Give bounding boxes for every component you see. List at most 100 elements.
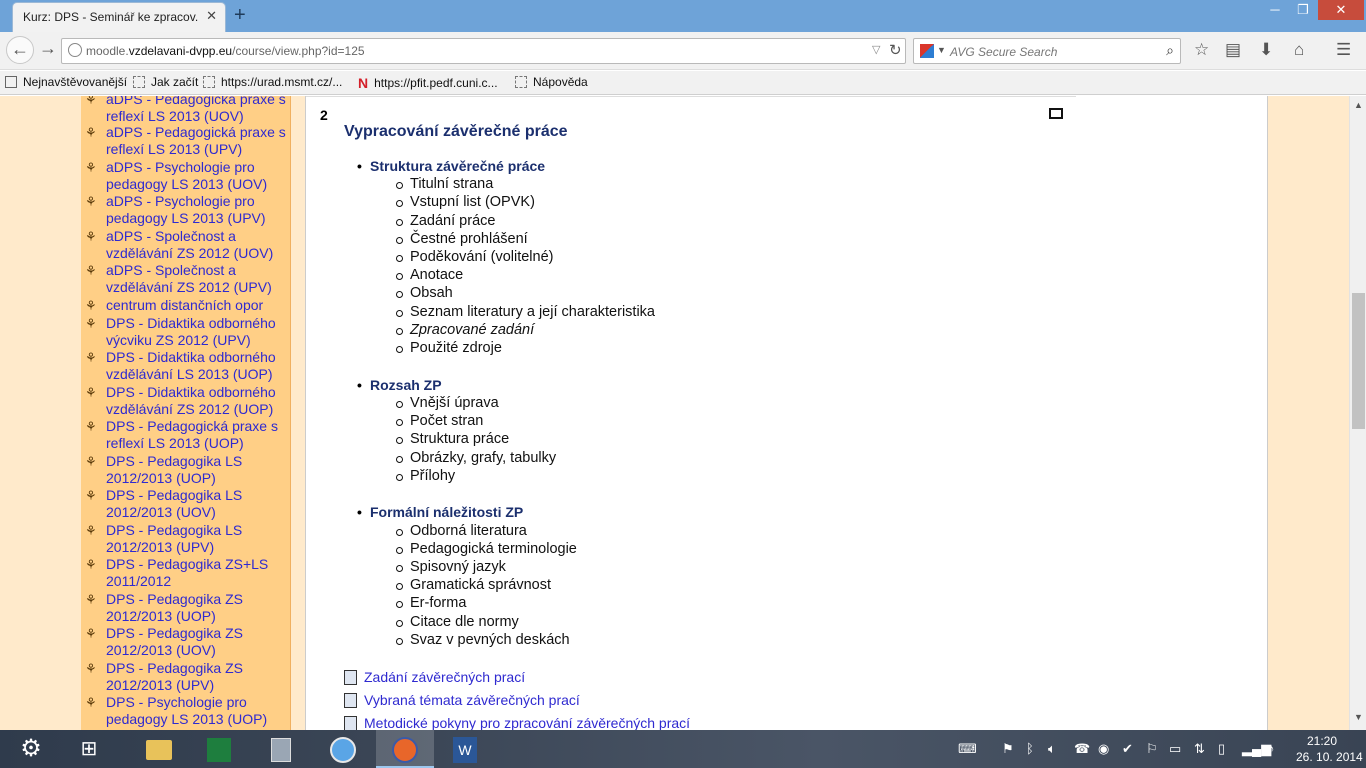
course-link[interactable]: ⚘ DPS - Didaktika odborného vzdělávání LS… — [85, 349, 289, 383]
calculator-icon[interactable] — [252, 730, 310, 768]
course-link[interactable]: ⚘ DPS - Pedagogika ZS+LS 2011/2012 — [85, 556, 289, 590]
course-link[interactable]: ⚘ aDPS - Psychologie pro pedagogy LS 2013… — [85, 193, 289, 227]
course-icon: ⚘ — [85, 350, 97, 365]
course-icon: ⚘ — [85, 419, 97, 434]
course-link[interactable]: ⚘ DPS - Didaktika odborného výcviku ZS 20… — [85, 315, 289, 349]
page-viewport: ⚘ aDPS - Pedagogická praxe s reflexí LS 2… — [0, 96, 1366, 730]
back-arrow-icon[interactable]: ← — [6, 36, 34, 64]
course-link[interactable]: ⚘ DPS - Pedagogika LS 2012/2013 (UOP) — [85, 453, 289, 487]
n-logo-icon: N — [358, 75, 369, 91]
course-link[interactable]: ⚘ aDPS - Společnost a vzdělávání ZS 2012 … — [85, 262, 289, 296]
keyboard-icon[interactable]: ⌨ — [958, 741, 977, 757]
search-icon[interactable]: ⌕ — [1166, 42, 1174, 59]
action-flag-icon[interactable]: ⚐ — [1146, 741, 1158, 757]
settings-gear-icon[interactable]: ⚙ — [2, 730, 60, 768]
navigation-toolbar: ← → moodle.vzdelavani-dvpp.eu/course/vie… — [0, 32, 1366, 70]
menu-icon[interactable]: ☰ — [1336, 40, 1351, 60]
list-item: Svaz v pevných deskách — [396, 632, 570, 648]
bookmark-folder-icon — [5, 76, 17, 88]
scroll-thumb[interactable] — [1352, 293, 1365, 429]
list-item: Čestné prohlášení — [396, 231, 528, 247]
course-link[interactable]: ⚘ DPS - Pedagogická praxe s reflexí LS 20… — [85, 418, 289, 452]
course-link[interactable]: ⚘ DPS - Pedagogika LS 2012/2013 (UPV) — [85, 522, 289, 556]
course-link[interactable]: ⚘ DPS - Pedagogika ZS 2012/2013 (UPV) — [85, 660, 289, 694]
firefox-icon[interactable] — [376, 730, 434, 768]
list-item: Obsah — [396, 285, 453, 301]
tab-title: Kurz: DPS - Seminář ke zpracov... — [23, 10, 198, 24]
globe-icon — [68, 43, 82, 57]
camera-icon[interactable]: ◉ — [1098, 741, 1109, 757]
bluetooth-icon[interactable]: ᛒ — [1026, 741, 1034, 756]
battery-icon[interactable]: ▯ — [1218, 741, 1225, 757]
bookmark-help[interactable]: Nápověda — [515, 75, 588, 89]
list-item: Počet stran — [396, 413, 483, 429]
course-icon: ⚘ — [85, 626, 97, 641]
list-item: Struktura práce — [396, 431, 509, 447]
word-icon[interactable]: W — [436, 730, 494, 768]
course-link[interactable]: ⚘ DPS - Psychologie pro pedagogy LS 2013 … — [85, 694, 289, 728]
monitor-icon[interactable]: ▭ — [1169, 741, 1181, 757]
course-link[interactable]: ⚘ DPS - Pedagogika ZS 2012/2013 (UOP) — [85, 591, 289, 625]
resource-link[interactable]: Vybraná témata závěrečných prací — [344, 692, 580, 708]
clock-date[interactable]: 26. 10. 2014 — [1296, 750, 1363, 764]
resource-link[interactable]: Metodické pokyny pro zpracování závěrečn… — [344, 715, 690, 730]
browser-tab[interactable]: Kurz: DPS - Seminář ke zpracov... ✕ — [12, 2, 226, 32]
search-bar[interactable]: ▼ AVG Secure Search ⌕ — [913, 38, 1181, 64]
url-text[interactable]: moodle.vzdelavani-dvpp.eu/course/view.ph… — [86, 44, 365, 58]
page-icon — [515, 76, 527, 88]
search-input[interactable]: AVG Secure Search — [950, 45, 1057, 59]
history-dropdown-icon[interactable]: ▽ — [872, 43, 880, 56]
bookmark-most-visited[interactable]: Nejnavštěvovanější — [5, 75, 127, 89]
course-link[interactable]: ⚘ aDPS - Společnost a vzdělávání ZS 2012 … — [85, 228, 289, 262]
bookmark-getting-started[interactable]: Jak začít — [133, 75, 198, 89]
reading-list-icon[interactable]: ▤ — [1225, 40, 1241, 60]
clock-time[interactable]: 21:20 — [1307, 734, 1337, 748]
bookmark-pfit[interactable]: Nhttps://pfit.pedf.cuni.c... — [358, 75, 498, 91]
bookmark-msmt[interactable]: https://urad.msmt.cz/... — [203, 75, 342, 89]
course-link[interactable]: ⚘ aDPS - Psychologie pro pedagogy LS 2013… — [85, 159, 289, 193]
speaker-icon[interactable]: ♪ — [1268, 741, 1275, 756]
new-tab-button[interactable]: + — [234, 4, 246, 27]
list-item: Vstupní list (OPVK) — [396, 194, 535, 210]
course-icon: ⚘ — [85, 557, 97, 572]
excel-icon[interactable] — [190, 730, 248, 768]
close-window-button[interactable]: ✕ — [1318, 0, 1364, 20]
file-explorer-icon[interactable] — [130, 730, 188, 768]
resource-link[interactable]: Zadání závěrečných prací — [344, 669, 525, 685]
phone-icon[interactable]: ☎ — [1074, 741, 1090, 757]
course-link[interactable]: ⚘ aDPS - Pedagogická praxe s reflexí LS 2… — [85, 124, 289, 158]
start-windows-icon[interactable]: ⊞ — [60, 730, 118, 768]
check-icon[interactable]: ✔ — [1122, 741, 1133, 757]
course-link[interactable]: ⚘ DPS - Pedagogika ZS 2012/2013 (UOV) — [85, 625, 289, 659]
download-icon[interactable]: ⬇ — [1259, 40, 1273, 60]
list-item: Zpracované zadání — [396, 322, 534, 338]
course-link[interactable]: ⚘ DPS - Didaktika odborného vzdělávání ZS… — [85, 384, 289, 418]
address-bar[interactable]: moodle.vzdelavani-dvpp.eu/course/view.ph… — [61, 38, 906, 64]
course-link[interactable]: ⚘ aDPS - Pedagogická praxe s reflexí LS 2… — [85, 96, 289, 125]
close-tab-icon[interactable]: ✕ — [206, 8, 217, 24]
scroll-up-icon[interactable]: ▲ — [1354, 100, 1363, 110]
avg-logo-icon[interactable] — [920, 44, 934, 58]
minimize-button[interactable]: ─ — [1262, 0, 1288, 20]
bookmark-star-icon[interactable]: ☆ — [1194, 40, 1209, 60]
safari-icon[interactable] — [314, 730, 372, 768]
course-icon: ⚘ — [85, 160, 97, 175]
search-engine-dropdown-icon[interactable]: ▼ — [937, 45, 946, 55]
course-icon: ⚘ — [85, 316, 97, 331]
course-link[interactable]: ⚘ DPS - Pedagogika LS 2012/2013 (UOV) — [85, 487, 289, 521]
volume-icon[interactable]: 🔈︎ — [1048, 741, 1056, 757]
forward-arrow-icon[interactable]: → — [39, 38, 57, 59]
flag-icon[interactable]: ⚑ — [1002, 741, 1014, 757]
network-icon[interactable]: ⇅ — [1194, 741, 1205, 757]
list-item: Zadání práce — [396, 213, 495, 229]
course-link[interactable]: ⚘ centrum distančních opor — [85, 297, 289, 314]
reload-icon[interactable]: ↻ — [889, 41, 902, 59]
course-icon: ⚘ — [85, 695, 97, 710]
restore-button[interactable]: ❐ — [1290, 0, 1316, 20]
scroll-down-icon[interactable]: ▼ — [1354, 712, 1363, 722]
signal-icon[interactable]: ▂▄▆ — [1242, 741, 1271, 757]
home-icon[interactable]: ⌂ — [1294, 40, 1304, 60]
vertical-scrollbar[interactable]: ▲ ▼ — [1349, 96, 1366, 730]
topic-toggle-icon[interactable] — [1049, 108, 1063, 119]
list-item: Použité zdroje — [396, 340, 502, 356]
